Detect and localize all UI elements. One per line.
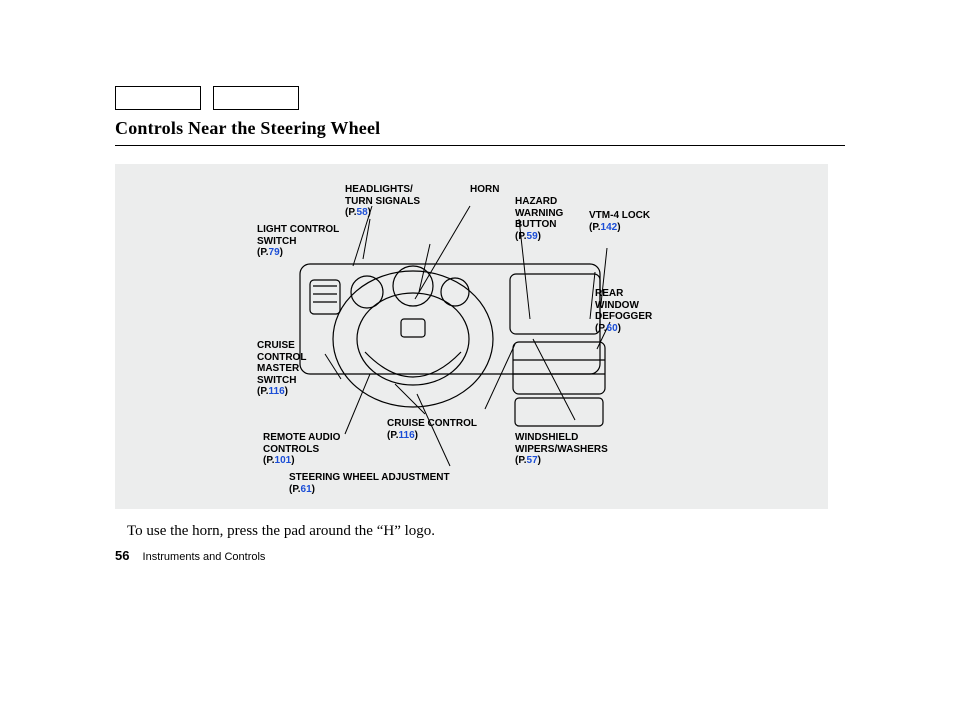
label-rear-defogger-page[interactable]: 60 — [607, 323, 618, 334]
label-light-control: LIGHT CONTROLSWITCH (P.79) — [257, 224, 339, 259]
label-horn: HORN — [470, 184, 499, 196]
label-cruise-master-text: CRUISECONTROLMASTERSWITCH — [257, 340, 306, 386]
label-headlights-page[interactable]: 58 — [357, 207, 368, 218]
diagram: HEADLIGHTS/TURN SIGNALS (P.58) HORN HAZA… — [115, 164, 828, 509]
label-windshield: WINDSHIELDWIPERS/WASHERS (P.57) — [515, 432, 608, 467]
label-cruise-text: CRUISE CONTROL — [387, 418, 477, 429]
page-number: 56 — [115, 548, 129, 563]
label-headlights-text: HEADLIGHTS/TURN SIGNALS — [345, 184, 420, 207]
label-steering-adjust: STEERING WHEEL ADJUSTMENT (P.61) — [289, 472, 450, 495]
label-vtm4-text: VTM-4 LOCK — [589, 210, 650, 221]
label-windshield-text: WINDSHIELDWIPERS/WASHERS — [515, 432, 608, 455]
label-cruise: CRUISE CONTROL (P.116) — [387, 418, 477, 441]
label-cruise-master-page[interactable]: 116 — [269, 386, 285, 397]
label-vtm4-page[interactable]: 142 — [601, 222, 618, 233]
label-cruise-page[interactable]: 116 — [399, 430, 415, 441]
label-remote-audio: REMOTE AUDIOCONTROLS (P.101) — [263, 432, 340, 467]
label-rear-defogger-text: REARWINDOWDEFOGGER — [595, 288, 652, 322]
label-windshield-page[interactable]: 57 — [527, 455, 538, 466]
label-hazard-page[interactable]: 59 — [527, 231, 538, 242]
label-light-control-text: LIGHT CONTROLSWITCH — [257, 224, 339, 247]
label-horn-text: HORN — [470, 184, 499, 195]
tab-placeholder-2 — [213, 86, 299, 110]
label-hazard-text: HAZARDWARNINGBUTTON — [515, 196, 563, 230]
label-hazard: HAZARDWARNINGBUTTON (P.59) — [515, 196, 563, 242]
label-steering-adjust-page[interactable]: 61 — [301, 484, 312, 495]
tab-row — [115, 86, 845, 110]
page-title: Controls Near the Steering Wheel — [115, 118, 845, 146]
label-remote-audio-page[interactable]: 101 — [275, 455, 292, 466]
label-light-control-page[interactable]: 79 — [269, 247, 280, 258]
label-cruise-master: CRUISECONTROLMASTERSWITCH (P.116) — [257, 340, 306, 398]
label-rear-defogger: REARWINDOWDEFOGGER (P.60) — [595, 288, 652, 334]
section-name: Instruments and Controls — [143, 551, 266, 563]
label-remote-audio-text: REMOTE AUDIOCONTROLS — [263, 432, 340, 455]
label-steering-adjust-text: STEERING WHEEL ADJUSTMENT — [289, 472, 450, 483]
label-headlights: HEADLIGHTS/TURN SIGNALS (P.58) — [345, 184, 420, 219]
horn-caption: To use the horn, press the pad around th… — [127, 523, 845, 540]
tab-placeholder-1 — [115, 86, 201, 110]
page-footer: 56 Instruments and Controls — [115, 548, 845, 563]
label-vtm4: VTM-4 LOCK (P.142) — [589, 210, 650, 233]
